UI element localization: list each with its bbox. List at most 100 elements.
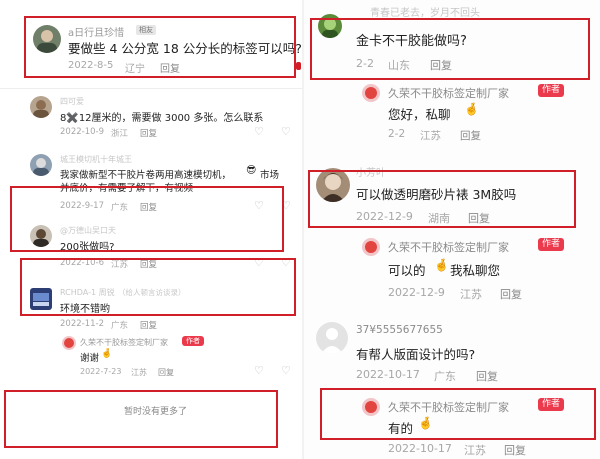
user-avatar[interactable] [318,14,342,38]
user-avatar[interactable] [33,25,61,53]
author-username[interactable]: 久荣不干胶标签定制厂家 [388,85,509,101]
reply-button[interactable]: 回复 [140,319,157,331]
red-dot-marker [296,62,301,70]
user-avatar[interactable] [30,225,52,247]
emoji-icon: 😎 [246,165,257,176]
comment-location: 山东 [388,59,410,72]
broken-heart-outline-icon[interactable]: ♡ [281,126,291,137]
broken-heart-outline-icon[interactable]: ♡ [281,365,291,376]
comment-item: 小芳叶 可以做透明磨砂片裱 3M胶吗 2022-12-9 湖南 回复 [304,160,600,230]
comment-username-tag: （给人顿言访谈录） [118,288,186,297]
comment-date: 2022-11-2 [60,319,104,329]
comment-location: 湖南 [428,212,450,225]
author-badge: 作者 [538,238,565,251]
reply-button[interactable]: 回复 [476,368,498,384]
author-username[interactable]: 久荣不干胶标签定制厂家 [388,239,509,255]
comment-date: 2-2 [356,57,374,70]
reply-button[interactable]: 回复 [430,57,452,73]
comment-username[interactable]: 小芳叶 [356,164,386,179]
right-comment-panel: 青春已老去，岁月不回头 金卡不干胶能做吗? 2-2 山东 回复 久荣不干胶标签定… [304,0,600,459]
comment-item: 金卡不干胶能做吗? 2-2 山东 回复 [304,0,600,84]
user-avatar[interactable] [316,168,350,202]
user-avatar[interactable] [30,96,52,118]
comment-location: 江苏 [131,368,147,377]
comment-date: 2022-10-17 [356,368,420,381]
comment-text: 有帮人版面设计的吗? [356,347,476,362]
author-username[interactable]: 久荣不干胶标签定制厂家 [80,337,168,348]
broken-heart-outline-icon[interactable]: ♡ [281,257,291,268]
screenshot-divider [302,0,304,459]
comment-text: 有的 [388,421,414,436]
heart-outline-icon[interactable]: ♡ [254,257,264,268]
author-avatar[interactable] [362,238,380,256]
author-reply-item: 久荣不干胶标签定制厂家 作者 您好，私聊 🤞 2-2 江苏 回复 [304,80,600,150]
comment-username[interactable]: RCHDA-1 周锐 [60,287,115,298]
highlight-box [4,390,278,448]
comment-text: 200张做吗? [60,242,115,253]
reply-button[interactable]: 回复 [504,442,526,458]
emoji-icon: 🤞 [434,258,449,272]
comment-text-pre: 可以的 [388,263,426,278]
comment-text-post: 我私聊您 [450,263,501,278]
reply-button[interactable]: 回复 [460,128,481,143]
author-reply-item: 久荣不干胶标签定制厂家 作者 有的 🤞 2022-10-17 江苏 回复 [304,394,600,459]
comment-username[interactable]: a日行且珍惜 [68,24,124,39]
user-avatar[interactable] [316,322,348,354]
reply-button[interactable]: 回复 [160,60,180,75]
reply-button[interactable]: 回复 [468,210,490,226]
author-avatar[interactable] [62,336,76,350]
author-avatar[interactable] [362,398,380,416]
heart-outline-icon[interactable]: ♡ [254,200,264,211]
no-more-content-text: 暂时没有更多了 [124,407,188,417]
comment-username[interactable]: 四可爱 [60,96,84,107]
comment-username[interactable]: 37¥5555677655 [356,324,443,336]
author-reply-item: 久荣不干胶标签定制厂家 作者 可以的 🤞 我私聊您 2022-12-9 江苏 回… [304,234,600,308]
comment-location: 辽宁 [125,64,145,75]
comment-text-line2: 并底价，有需要了解下，有视频 [60,183,194,194]
comment-item: RCHDA-1 周锐 （给人顿言访谈录） 环境不错哟 2022-11-2 广东 … [0,272,304,332]
reply-button[interactable]: 回复 [140,258,157,270]
comment-location: 广东 [111,203,129,213]
comment-item: 37¥5555677655 有帮人版面设计的吗? 2022-10-17 广东 回… [304,316,600,386]
comment-date: 2022-12-9 [356,210,413,223]
comment-location: 江苏 [111,260,129,270]
user-avatar[interactable] [30,288,52,310]
comment-text: 8✖️12厘米的，需要做 3000 多张。怎么联系 [60,113,264,124]
comment-location: 广东 [434,370,456,383]
comment-text-line1: 我家做新型不干胶片卷两用高速模切机， [60,170,232,181]
author-avatar[interactable] [362,84,380,102]
comment-location: 广东 [111,321,129,331]
reply-button[interactable]: 回复 [140,127,157,139]
divider [0,88,304,89]
broken-heart-outline-icon[interactable]: ♡ [281,200,291,211]
reply-button[interactable]: 回复 [140,201,157,213]
comment-item: a日行且珍惜 相友 要做些 4 公分宽 18 公分长的标签可以吗? 2022-8… [0,0,304,80]
comment-date: 2022-10-17 [388,442,452,455]
author-reply-item: 久荣不干胶标签定制厂家 作者 谢谢 🤞 2022-7-23 江苏 回复 ♡ ♡ [0,332,304,382]
emoji-icon: 🤞 [464,102,479,116]
comment-text: 谢谢 [80,353,100,364]
comment-text: 可以做透明磨砂片裱 3M胶吗 [356,187,517,202]
comment-username[interactable]: 城王模切机十年城王 [60,154,132,165]
author-username[interactable]: 久荣不干胶标签定制厂家 [388,399,509,415]
heart-outline-icon[interactable]: ♡ [254,126,264,137]
heart-outline-icon[interactable]: ♡ [254,365,264,376]
comment-location: 江苏 [460,288,482,301]
comment-date: 2022-10-9 [60,127,104,137]
user-avatar[interactable] [30,154,52,176]
comment-text: 您好，私聊 [388,107,451,122]
comment-username[interactable]: @万德山吴口天 [60,225,116,236]
comment-item: 2022-9-17 广东 回复 ♡ ♡ @万德山吴口天 200张做吗? [0,195,304,255]
reply-button[interactable]: 回复 [158,367,174,378]
comment-location: 江苏 [420,130,441,142]
comment-date: 2022-9-17 [60,201,104,211]
comment-location: 江苏 [464,444,486,457]
left-comment-panel: a日行且珍惜 相友 要做些 4 公分宽 18 公分长的标签可以吗? 2022-8… [0,0,304,459]
comment-date: 2022-7-23 [80,367,122,376]
author-badge: 作者 [538,398,565,411]
comment-location: 浙江 [111,129,129,139]
comment-date: 2022-8-5 [68,60,114,71]
reply-button[interactable]: 回复 [500,286,522,302]
comment-item: 城王模切机十年城王 我家做新型不干胶片卷两用高速模切机， 😎 市场 并底价，有需… [0,150,304,194]
comment-meta-row: 2022-10-6 江苏 回复 ♡ ♡ [0,256,304,272]
